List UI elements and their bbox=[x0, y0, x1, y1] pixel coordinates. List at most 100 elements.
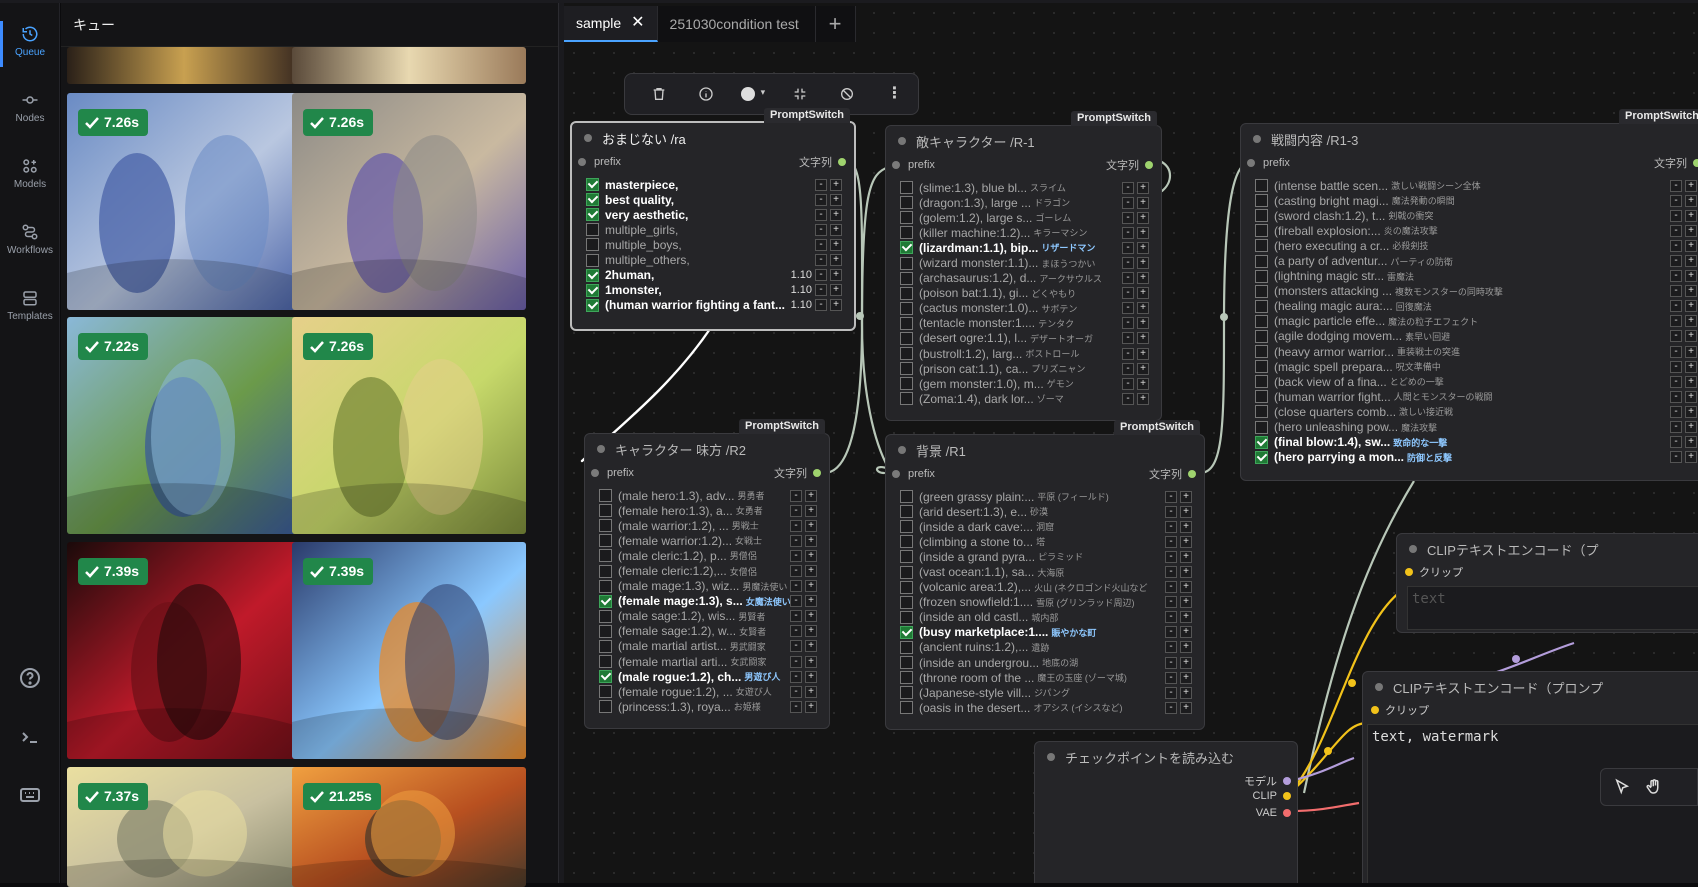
prompt-option[interactable]: 1monster, 1.10 - + bbox=[586, 283, 842, 298]
option-checkbox[interactable] bbox=[1255, 390, 1268, 404]
option-checkbox[interactable] bbox=[1255, 299, 1268, 313]
prompt-option[interactable]: (human warrior fight... 人間とモンスターの戦闘 - + bbox=[1255, 389, 1697, 404]
option-checkbox[interactable] bbox=[900, 271, 913, 285]
prompt-option[interactable]: (arid desert:1.3), e... 砂漠 - + bbox=[900, 504, 1192, 519]
graph-canvas[interactable]: sample ✕ 251030condition test + ▾ ⋮ Prom… bbox=[564, 3, 1698, 883]
increase-weight-button[interactable]: + bbox=[1137, 302, 1149, 315]
option-checkbox[interactable] bbox=[599, 594, 612, 608]
increase-weight-button[interactable]: + bbox=[1685, 330, 1697, 343]
option-checkbox[interactable] bbox=[900, 671, 913, 685]
prefix-input-port[interactable] bbox=[892, 161, 900, 169]
decrease-weight-button[interactable]: - bbox=[1165, 656, 1177, 669]
option-checkbox[interactable] bbox=[900, 392, 913, 406]
option-checkbox[interactable] bbox=[900, 377, 913, 391]
decrease-weight-button[interactable]: - bbox=[790, 565, 802, 578]
increase-weight-button[interactable]: + bbox=[1685, 285, 1697, 298]
option-checkbox[interactable] bbox=[900, 226, 913, 240]
prompt-switch-node-r13[interactable]: PromptSwitch 戦闘内容 /R1-3 prefix 文字列 (inten… bbox=[1240, 109, 1698, 481]
decrease-weight-button[interactable]: - bbox=[790, 580, 802, 593]
option-checkbox[interactable] bbox=[586, 283, 599, 297]
decrease-weight-button[interactable]: - bbox=[1670, 345, 1682, 358]
prompt-option[interactable]: (hero unleashing pow... 魔法攻撃 - + bbox=[1255, 420, 1697, 435]
prompt-option[interactable]: (back view of a fina... とどめの一撃 - + bbox=[1255, 374, 1697, 389]
option-checkbox[interactable] bbox=[1255, 360, 1268, 374]
option-checkbox[interactable] bbox=[900, 316, 913, 330]
prompt-option[interactable]: (princess:1.3), roya... お姫様 - + bbox=[599, 699, 817, 714]
vae-output[interactable]: VAE bbox=[1256, 807, 1291, 819]
decrease-weight-button[interactable]: - bbox=[1670, 209, 1682, 222]
bypass-button[interactable] bbox=[824, 86, 871, 102]
decrease-weight-button[interactable]: - bbox=[1670, 224, 1682, 237]
increase-weight-button[interactable]: + bbox=[1137, 362, 1149, 375]
option-checkbox[interactable] bbox=[586, 298, 599, 312]
clip-output[interactable]: CLIP bbox=[1253, 790, 1291, 802]
rail-templates[interactable]: Templates bbox=[0, 277, 60, 339]
option-checkbox[interactable] bbox=[599, 489, 612, 503]
option-checkbox[interactable] bbox=[599, 549, 612, 563]
rail-models[interactable]: Models bbox=[0, 145, 60, 207]
decrease-weight-button[interactable]: - bbox=[1670, 270, 1682, 283]
prefix-input-port[interactable] bbox=[591, 469, 599, 477]
option-checkbox[interactable] bbox=[900, 301, 913, 315]
queue-thumbnail[interactable]: 21.25s bbox=[292, 767, 526, 887]
decrease-weight-button[interactable]: - bbox=[1165, 535, 1177, 548]
option-checkbox[interactable] bbox=[1255, 284, 1268, 298]
queue-thumbnail[interactable]: 7.39s bbox=[67, 542, 301, 759]
increase-weight-button[interactable]: + bbox=[1137, 241, 1149, 254]
decrease-weight-button[interactable]: - bbox=[790, 489, 802, 502]
prompt-switch-node-bg[interactable]: PromptSwitch 背景 /R1 prefix 文字列 (green gra… bbox=[885, 420, 1205, 730]
prompt-option[interactable]: (oasis in the desert... オアシス (イシスなど) - + bbox=[900, 700, 1192, 715]
increase-weight-button[interactable]: + bbox=[805, 595, 817, 608]
option-checkbox[interactable] bbox=[900, 256, 913, 270]
prompt-option[interactable]: (hero parrying a mon... 防御と反撃 - + bbox=[1255, 450, 1697, 465]
prompt-option[interactable]: (close quarters comb... 激しい接近戦 - + bbox=[1255, 404, 1697, 419]
option-checkbox[interactable] bbox=[1255, 194, 1268, 208]
queue-thumbnail[interactable]: 7.26s bbox=[292, 317, 526, 534]
increase-weight-button[interactable]: + bbox=[1685, 209, 1697, 222]
option-checkbox[interactable] bbox=[1255, 329, 1268, 343]
string-output-port[interactable] bbox=[1693, 159, 1698, 167]
prompt-option[interactable]: (heavy armor warrior... 重装戦士の突進 - + bbox=[1255, 344, 1697, 359]
option-checkbox[interactable] bbox=[1255, 254, 1268, 268]
decrease-weight-button[interactable]: - bbox=[1122, 272, 1134, 285]
increase-weight-button[interactable]: + bbox=[1685, 390, 1697, 403]
increase-weight-button[interactable]: + bbox=[830, 238, 842, 251]
decrease-weight-button[interactable]: - bbox=[1165, 701, 1177, 714]
increase-weight-button[interactable]: + bbox=[830, 269, 842, 282]
increase-weight-button[interactable]: + bbox=[1685, 405, 1697, 418]
option-checkbox[interactable] bbox=[900, 241, 913, 255]
decrease-weight-button[interactable]: - bbox=[1122, 196, 1134, 209]
prompt-option[interactable]: (inside an undergrou... 地底の湖 - + bbox=[900, 655, 1192, 670]
prompt-option[interactable]: (intense battle scen... 激しい戦闘シーン全体 - + bbox=[1255, 178, 1697, 193]
increase-weight-button[interactable]: + bbox=[1685, 255, 1697, 268]
decrease-weight-button[interactable]: - bbox=[1670, 405, 1682, 418]
option-checkbox[interactable] bbox=[599, 624, 612, 638]
increase-weight-button[interactable]: + bbox=[805, 504, 817, 517]
decrease-weight-button[interactable]: - bbox=[1122, 317, 1134, 330]
color-button[interactable]: ▾ bbox=[729, 87, 776, 101]
increase-weight-button[interactable]: + bbox=[830, 178, 842, 191]
increase-weight-button[interactable]: + bbox=[1180, 596, 1192, 609]
option-checkbox[interactable] bbox=[599, 519, 612, 533]
decrease-weight-button[interactable]: - bbox=[790, 519, 802, 532]
increase-weight-button[interactable]: + bbox=[1180, 566, 1192, 579]
option-checkbox[interactable] bbox=[900, 656, 913, 670]
prompt-option[interactable]: (vast ocean:1.1), sa... 大海原 - + bbox=[900, 564, 1192, 579]
string-output-port[interactable] bbox=[1188, 470, 1196, 478]
decrease-weight-button[interactable]: - bbox=[815, 238, 827, 251]
prompt-option[interactable]: (gem monster:1.0), m... ゲモン - + bbox=[900, 376, 1149, 391]
prompt-option[interactable]: (lizardman:1.1), bip... リザードマン - + bbox=[900, 240, 1149, 255]
delete-button[interactable] bbox=[635, 86, 682, 102]
option-checkbox[interactable] bbox=[900, 286, 913, 300]
option-checkbox[interactable] bbox=[1255, 224, 1268, 238]
prompt-option[interactable]: (male cleric:1.2), p... 男僧侶 - + bbox=[599, 548, 817, 563]
prompt-option[interactable]: (busy marketplace:1.... 賑やかな町 - + bbox=[900, 625, 1192, 640]
decrease-weight-button[interactable]: - bbox=[790, 685, 802, 698]
increase-weight-button[interactable]: + bbox=[805, 610, 817, 623]
option-checkbox[interactable] bbox=[599, 700, 612, 714]
decrease-weight-button[interactable]: - bbox=[815, 178, 827, 191]
option-checkbox[interactable] bbox=[586, 208, 599, 222]
prompt-option[interactable]: (inside an old castl... 城内部 - + bbox=[900, 610, 1192, 625]
decrease-weight-button[interactable]: - bbox=[1165, 611, 1177, 624]
increase-weight-button[interactable]: + bbox=[805, 489, 817, 502]
